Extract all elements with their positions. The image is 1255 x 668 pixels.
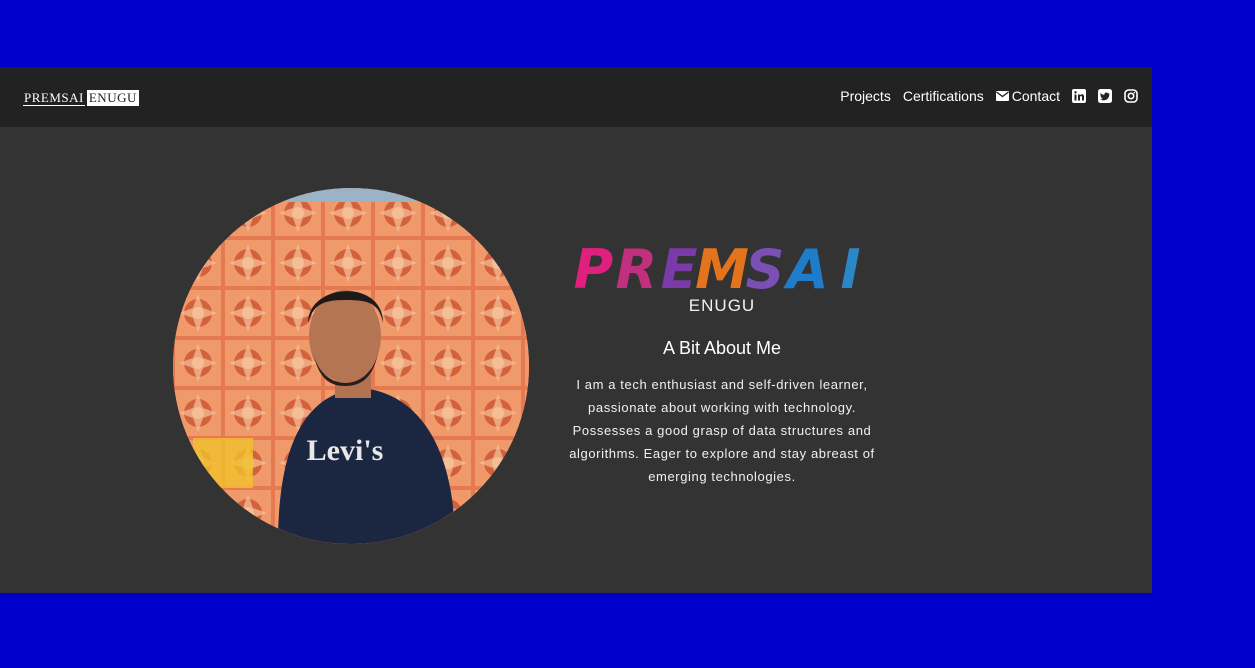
svg-text:Levi's: Levi's <box>307 434 384 467</box>
instagram-link[interactable] <box>1124 89 1138 103</box>
logo-letter: R <box>616 238 658 301</box>
instagram-icon <box>1124 89 1138 103</box>
logo-letter: P <box>574 238 614 301</box>
logo-letter: M <box>695 238 749 301</box>
site-container: PREMSAI ENUGU Projects Certifications Co… <box>0 67 1152 593</box>
brand-last-name: ENUGU <box>86 90 139 106</box>
logo-letter: E <box>661 238 698 301</box>
name-logo-title: P R EMS A I <box>574 238 861 301</box>
navbar: PREMSAI ENUGU Projects Certifications Co… <box>0 67 1152 127</box>
nav-menu: Projects Certifications Contact <box>828 86 1138 106</box>
logo-letter: S <box>745 238 784 301</box>
linkedin-link[interactable] <box>1072 89 1086 103</box>
about-heading: A Bit About Me <box>662 338 782 358</box>
brand-logo[interactable]: PREMSAI ENUGU <box>23 90 139 106</box>
linkedin-icon <box>1072 89 1086 103</box>
contact-label: Contact <box>1011 88 1060 104</box>
envelope-icon <box>995 91 1009 101</box>
logo-letter: A <box>783 238 829 301</box>
about-paragraph: I am a tech enthusiast and self-driven l… <box>569 377 875 484</box>
twitter-icon <box>1098 89 1112 103</box>
brand-first-name: PREMSAI <box>23 90 85 106</box>
nav-link-contact[interactable]: Contact <box>995 88 1060 104</box>
profile-photo: Levi's <box>173 188 529 544</box>
nav-link-projects[interactable]: Projects <box>840 88 891 104</box>
twitter-link[interactable] <box>1098 89 1112 103</box>
nav-link-certifications[interactable]: Certifications <box>903 88 984 104</box>
logo-letter: I <box>841 238 861 301</box>
intro-section: PREMSAI ENUGU A Bit About Me I am a tech… <box>560 232 884 488</box>
